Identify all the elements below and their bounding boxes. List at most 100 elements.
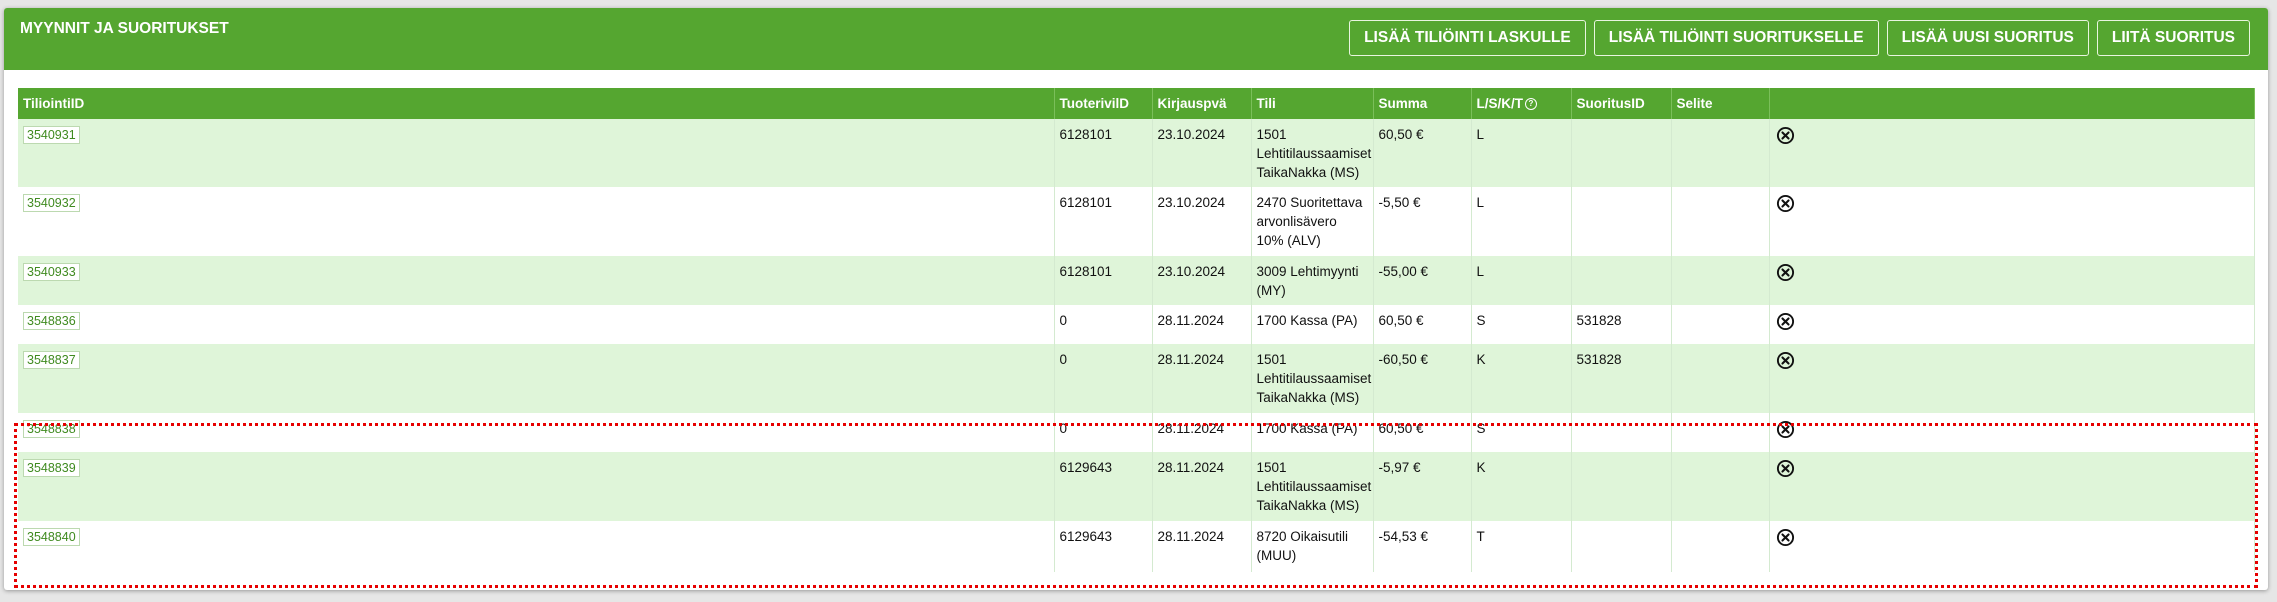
cell-kirjauspvm: 23.10.2024 [1152, 119, 1252, 187]
cell-tuoterivi: 0 [1054, 413, 1153, 452]
cell-tiliointiid: 3540932 [18, 187, 1055, 256]
cell-tili: 2470 Suoritettava arvonlisävero 10% (ALV… [1251, 187, 1374, 256]
cell-kirjauspvm: 28.11.2024 [1152, 305, 1252, 344]
cell-lskt: L [1471, 256, 1572, 305]
cell-suoritusid: 531828 [1571, 344, 1672, 413]
cell-selite [1671, 119, 1770, 187]
col-header-suoritusid: SuoritusID [1571, 88, 1672, 119]
posting-id-link[interactable]: 3548840 [23, 528, 80, 546]
posting-id-link[interactable]: 3548837 [23, 351, 80, 369]
cell-tili: 1501 Lehtitilaussaamiset TaikaNakka (MS) [1251, 344, 1374, 413]
cell-suoritusid [1571, 256, 1672, 305]
cell-tuoterivi: 6128101 [1054, 256, 1153, 305]
col-header-tiliointiid: TiliointiID [18, 88, 1055, 119]
cell-tuoterivi: 6129643 [1054, 521, 1153, 572]
close-circle-icon[interactable] [1775, 194, 2249, 213]
posting-id-link[interactable]: 3548839 [23, 459, 80, 477]
table-row: 3548836 0 28.11.2024 1700 Kassa (PA) 60,50 €… [18, 305, 2255, 344]
posting-id-link[interactable]: 3548838 [23, 420, 80, 438]
cell-tuoterivi: 6128101 [1054, 119, 1153, 187]
close-circle-icon[interactable] [1775, 351, 2249, 370]
cell-summa: -55,00 € [1373, 256, 1472, 305]
close-circle-icon[interactable] [1775, 263, 2249, 282]
postings-table: TiliointiID TuoterivilD Kirjauspvä Tili … [18, 88, 2255, 572]
cell-selite [1671, 413, 1770, 452]
cell-actions [1769, 413, 2255, 452]
cell-lskt: L [1471, 119, 1572, 187]
cell-kirjauspvm: 28.11.2024 [1152, 344, 1252, 413]
table-row: 3548840 6129643 28.11.2024 8720 Oikaisutili… [18, 521, 2255, 572]
cell-selite [1671, 305, 1770, 344]
close-circle-icon[interactable] [1775, 420, 2249, 439]
sales-payments-panel: MYYNNIT JA SUORITUKSET LISÄÄ TILIÖINTI L… [4, 8, 2268, 590]
lskt-label: L/S/K/T [1476, 96, 1524, 111]
cell-selite [1671, 344, 1770, 413]
table-row: 3540931 6128101 23.10.2024 1501 Lehtitilaus… [18, 119, 2255, 187]
cell-lskt: S [1471, 305, 1572, 344]
cell-actions [1769, 119, 2255, 187]
cell-lskt: S [1471, 413, 1572, 452]
posting-id-link[interactable]: 3540933 [23, 263, 80, 281]
attach-payment-button[interactable]: LIITÄ SUORITUS [2096, 20, 2250, 56]
cell-kirjauspvm: 28.11.2024 [1152, 452, 1252, 521]
cell-tiliointiid: 3548839 [18, 452, 1055, 521]
cell-tuoterivi: 0 [1054, 344, 1153, 413]
cell-tuoterivi: 0 [1054, 305, 1153, 344]
page-title: MYYNNIT JA SUORITUKSET [20, 20, 229, 37]
cell-tili: 1501 Lehtitilaussaamiset TaikaNakka (MS) [1251, 119, 1374, 187]
cell-tiliointiid: 3540933 [18, 256, 1055, 305]
col-header-actions [1769, 88, 2255, 119]
cell-summa: -60,50 € [1373, 344, 1472, 413]
cell-summa: -5,50 € [1373, 187, 1472, 256]
cell-kirjauspvm: 28.11.2024 [1152, 413, 1252, 452]
cell-actions [1769, 187, 2255, 256]
cell-tiliointiid: 3548840 [18, 521, 1055, 572]
close-circle-icon[interactable] [1775, 126, 2249, 145]
cell-summa: 60,50 € [1373, 305, 1472, 344]
table-row: 3548838 0 28.11.2024 1700 Kassa (PA) 60,50 €… [18, 413, 2255, 452]
cell-actions [1769, 256, 2255, 305]
col-header-lskt: L/S/K/T? [1471, 88, 1572, 119]
cell-tiliointiid: 3540931 [18, 119, 1055, 187]
cell-tiliointiid: 3548837 [18, 344, 1055, 413]
cell-tuoterivi: 6129643 [1054, 452, 1153, 521]
cell-lskt: L [1471, 187, 1572, 256]
cell-tili: 1700 Kassa (PA) [1251, 305, 1374, 344]
cell-tili: 1700 Kassa (PA) [1251, 413, 1374, 452]
col-header-selite: Selite [1671, 88, 1770, 119]
cell-tiliointiid: 3548838 [18, 413, 1055, 452]
cell-summa: -54,53 € [1373, 521, 1472, 572]
add-new-payment-button[interactable]: LISÄÄ UUSI SUORITUS [1886, 20, 2089, 56]
cell-suoritusid [1571, 119, 1672, 187]
posting-id-link[interactable]: 3548836 [23, 312, 80, 330]
table-row: 3540932 6128101 23.10.2024 2470 Suoritettav… [18, 187, 2255, 256]
close-circle-icon[interactable] [1775, 528, 2249, 547]
help-circle-icon[interactable]: ? [1525, 98, 1537, 111]
add-invoice-posting-button[interactable]: LISÄÄ TILIÖINTI LASKULLE [1349, 20, 1586, 56]
cell-summa: -5,97 € [1373, 452, 1472, 521]
col-header-tuoterivi: TuoterivilD [1054, 88, 1153, 119]
cell-selite [1671, 187, 1770, 256]
cell-suoritusid [1571, 413, 1672, 452]
table-header-row: TiliointiID TuoterivilD Kirjauspvä Tili … [18, 88, 2255, 119]
cell-suoritusid [1571, 452, 1672, 521]
table-row: 3548837 0 28.11.2024 1501 Lehtitilaussaamis… [18, 344, 2255, 413]
cell-summa: 60,50 € [1373, 413, 1472, 452]
close-circle-icon[interactable] [1775, 312, 2249, 331]
col-header-kirjauspvm: Kirjauspvä [1152, 88, 1252, 119]
cell-actions [1769, 305, 2255, 344]
cell-lskt: K [1471, 344, 1572, 413]
close-circle-icon[interactable] [1775, 459, 2249, 478]
cell-tili: 3009 Lehtimyynti (MY) [1251, 256, 1374, 305]
cell-kirjauspvm: 23.10.2024 [1152, 187, 1252, 256]
col-header-summa: Summa [1373, 88, 1472, 119]
cell-selite [1671, 452, 1770, 521]
cell-suoritusid [1571, 187, 1672, 256]
cell-suoritusid [1571, 521, 1672, 572]
add-payment-posting-button[interactable]: LISÄÄ TILIÖINTI SUORITUKSELLE [1593, 20, 1879, 56]
panel-header: MYYNNIT JA SUORITUKSET LISÄÄ TILIÖINTI L… [4, 8, 2268, 70]
cell-suoritusid: 531828 [1571, 305, 1672, 344]
cell-selite [1671, 256, 1770, 305]
posting-id-link[interactable]: 3540932 [23, 194, 80, 212]
posting-id-link[interactable]: 3540931 [23, 126, 80, 144]
